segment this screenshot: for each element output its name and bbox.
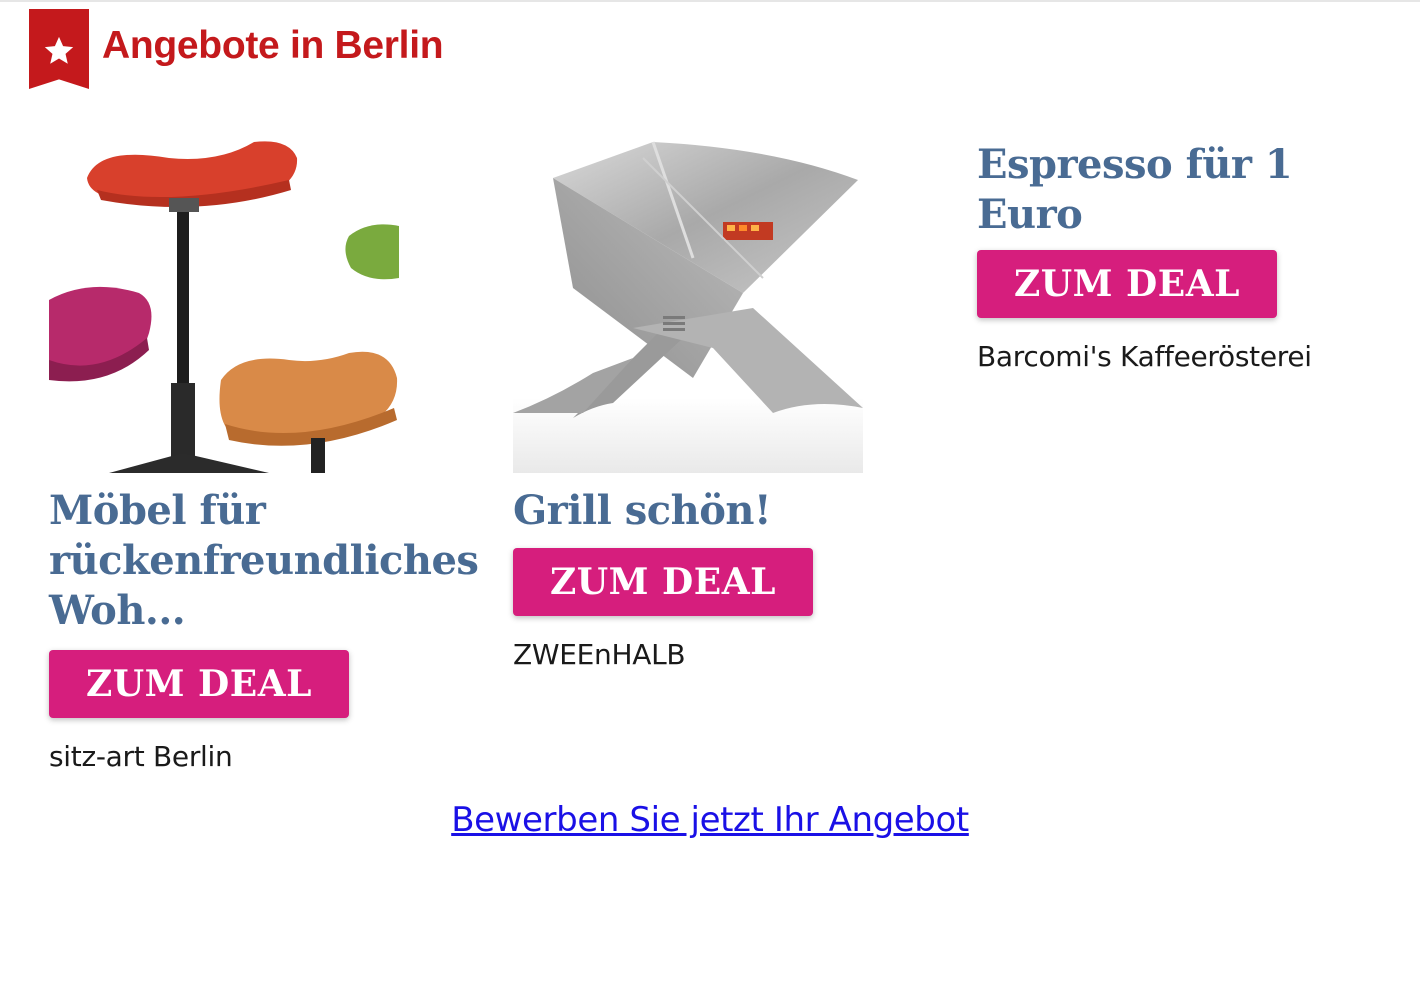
zum-deal-button[interactable]: ZUM DEAL	[49, 650, 349, 718]
merchant-name: ZWEEnHALB	[513, 638, 686, 671]
deal-title[interactable]: Möbel für rückenfreundliches Woh...	[49, 486, 479, 636]
cta-container: Bewerben Sie jetzt Ihr Angebot	[0, 800, 1420, 840]
merchant-name: sitz-art Berlin	[49, 740, 233, 773]
star-icon	[29, 9, 89, 89]
section-header: Angebote in Berlin	[29, 9, 444, 89]
merchant-name: Barcomi's Kaffeerösterei	[977, 340, 1312, 373]
deal-image-grill[interactable]	[513, 128, 863, 473]
apply-offer-link[interactable]: Bewerben Sie jetzt Ihr Angebot	[451, 800, 969, 840]
zum-deal-button[interactable]: ZUM DEAL	[977, 250, 1277, 318]
top-divider	[0, 0, 1420, 2]
deal-card: Möbel für rückenfreundliches Woh... ZUM …	[49, 128, 479, 773]
deal-title[interactable]: Espresso für 1 Euro	[977, 140, 1407, 240]
deal-title[interactable]: Grill schön!	[513, 486, 933, 536]
deal-image-stools[interactable]	[49, 128, 399, 473]
deal-card: Grill schön! ZUM DEAL ZWEEnHALB	[513, 128, 933, 671]
section-title: Angebote in Berlin	[102, 24, 444, 67]
deal-card: Espresso für 1 Euro ZUM DEAL Barcomi's K…	[977, 140, 1407, 373]
zum-deal-button[interactable]: ZUM DEAL	[513, 548, 813, 616]
